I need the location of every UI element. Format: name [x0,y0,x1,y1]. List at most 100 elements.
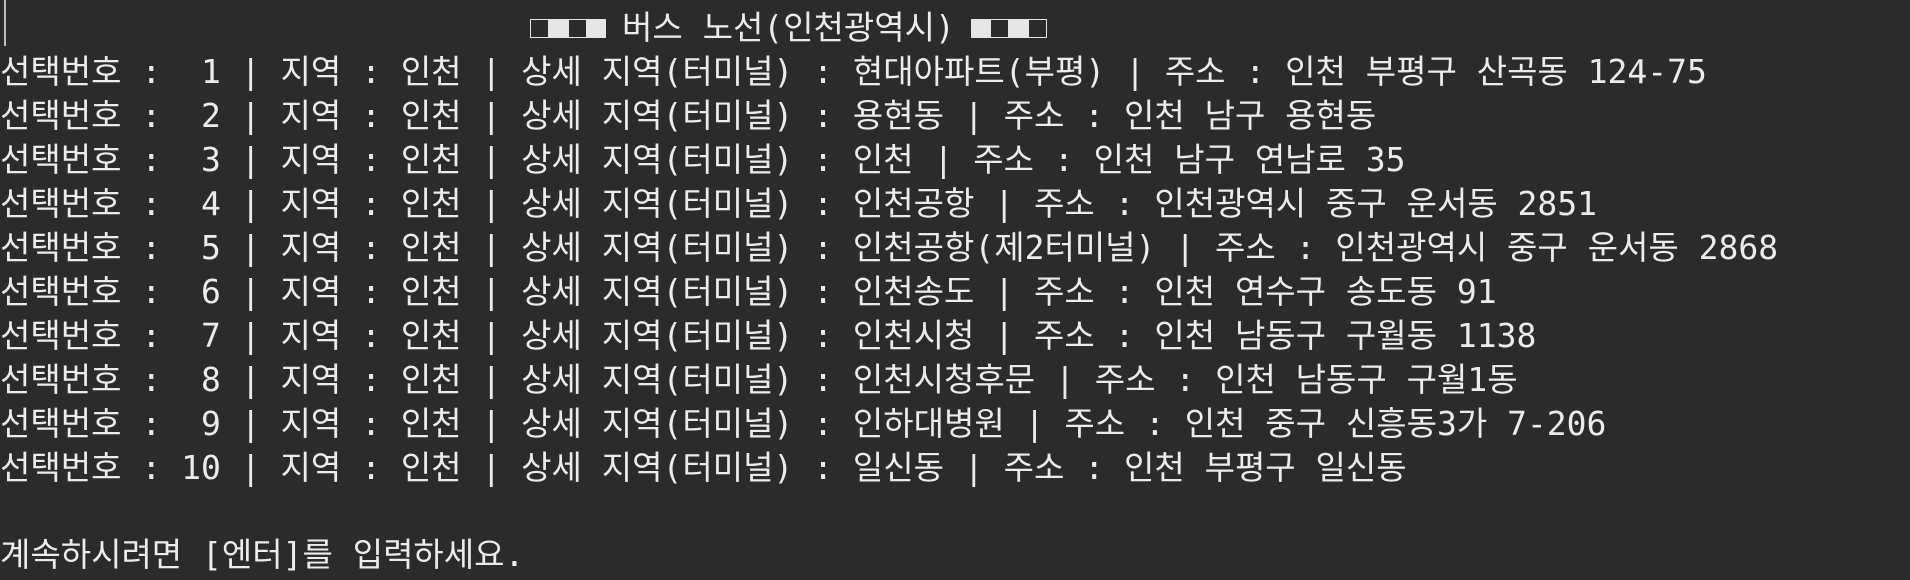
select-number: 4 [200,184,221,223]
detail-label: 상세 지역(터미널) [521,96,794,135]
select-label: 선택번호 [0,404,122,443]
select-label: 선택번호 [0,228,122,267]
title-row: 버스 노선(인천광역시) [0,6,1910,50]
region-label: 지역 [280,184,342,223]
colon: : [813,448,834,487]
colon: : [813,140,834,179]
separator: | [481,448,502,487]
colon: : [813,360,834,399]
detail-label: 상세 지역(터미널) [521,228,794,267]
address-label: 주소 [1034,316,1095,355]
colon: : [361,272,381,311]
colon: : [1084,448,1105,487]
colon: : [1295,228,1316,267]
square-glyph-icon [549,18,568,38]
select-number: 9 [200,404,221,443]
address-value: 인천 부평구 일신동 [1124,448,1407,487]
region-label: 지역 [280,448,342,487]
separator: | [240,272,261,311]
separator: | [240,96,261,135]
address-label: 주소 [1094,360,1156,399]
detail-label: 상세 지역(터미널) [521,184,794,223]
title-inner: 버스 노선(인천광역시) [524,6,1053,50]
colon: : [141,52,162,91]
separator: | [240,52,261,91]
colon: : [813,316,834,355]
colon: : [141,272,162,311]
select-label: 선택번호 [0,316,122,355]
colon: : [361,96,381,135]
separator: | [481,404,502,443]
select-number: 6 [200,272,221,311]
terminal-window: 버스 노선(인천광역시) 선택번호 : 1 | 지역 : 인천 | 상세 지역(… [0,0,1910,580]
select-label: 선택번호 [0,96,122,135]
address-label: 주소 [1164,52,1226,91]
select-label: 선택번호 [0,272,122,311]
separator: | [481,360,502,399]
separator: | [963,96,984,135]
square-glyph-icon [530,18,549,38]
colon: : [813,184,834,223]
terminal-value: 인천시청 [852,316,975,355]
colon: : [1053,140,1074,179]
address-label: 주소 [973,140,1035,179]
colon: : [813,228,834,267]
region-label: 지역 [280,404,342,443]
colon: : [1114,272,1135,311]
colon: : [1084,96,1105,135]
route-list: 선택번호 : 1 | 지역 : 인천 | 상세 지역(터미널) : 현대아파트(… [0,50,1910,490]
region-value: 인천 [400,228,462,267]
separator: | [481,140,502,179]
route-row: 선택번호 : 2 | 지역 : 인천 | 상세 지역(터미널) : 용현동 | … [0,94,1910,138]
colon: : [361,52,381,91]
separator: | [240,316,261,355]
colon: : [141,448,162,487]
separator: | [1125,52,1145,91]
colon: : [141,404,162,443]
page-title: 버스 노선(인천광역시) [622,8,955,47]
left-decoration-icon [530,6,606,50]
region-label: 지역 [280,360,342,399]
select-number: 10 [181,448,221,487]
terminal-value: 현대아파트(부평) [852,52,1106,91]
separator: | [240,360,261,399]
separator: | [481,228,502,267]
route-row: 선택번호 : 10 | 지역 : 인천 | 상세 지역(터미널) : 일신동 |… [0,446,1910,490]
colon: : [1114,184,1135,223]
separator: | [481,184,502,223]
region-label: 지역 [280,96,342,135]
address-label: 주소 [1003,448,1065,487]
colon: : [361,140,381,179]
select-number: 5 [200,228,221,267]
address-value: 인천 연수구 송도동 91 [1154,272,1497,311]
colon: : [141,360,162,399]
continue-prompt: 계속하시려면 [엔터]를 입력하세요. [0,535,525,574]
route-row: 선택번호 : 5 | 지역 : 인천 | 상세 지역(터미널) : 인천공항(제… [0,226,1910,270]
region-label: 지역 [280,228,342,267]
terminal-value: 인천공항(제2터미널) [852,228,1156,267]
separator: | [481,52,502,91]
colon: : [361,228,381,267]
region-value: 인천 [400,272,462,311]
square-glyph-icon [989,18,1009,38]
separator: | [1024,404,1045,443]
colon: : [141,96,162,135]
route-row: 선택번호 : 4 | 지역 : 인천 | 상세 지역(터미널) : 인천공항 |… [0,182,1910,226]
region-value: 인천 [400,184,462,223]
address-value: 인천 남동구 구월1동 [1215,360,1518,399]
separator: | [1175,228,1196,267]
select-label: 선택번호 [0,360,122,399]
detail-label: 상세 지역(터미널) [521,404,794,443]
separator: | [481,316,502,355]
colon: : [141,140,162,179]
detail-label: 상세 지역(터미널) [521,448,794,487]
square-glyph-icon [1027,18,1047,38]
terminal-value: 인천공항 [852,184,975,223]
select-label: 선택번호 [0,140,122,179]
colon: : [361,448,381,487]
terminal-value: 인하대병원 [852,404,1005,443]
separator: | [240,140,261,179]
address-value: 인천광역시 중구 운서동 2868 [1335,228,1779,267]
address-label: 주소 [1064,404,1126,443]
region-value: 인천 [400,52,462,91]
